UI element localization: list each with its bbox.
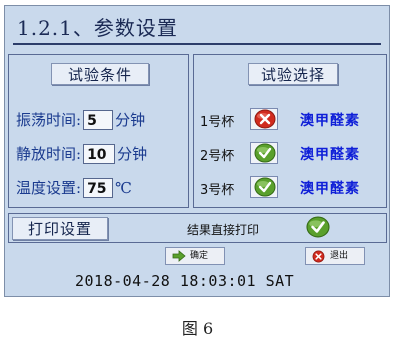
status-datetime: 2018-04-28 18:03:01 SAT (75, 272, 295, 290)
param-label: 静放时间: (16, 145, 82, 163)
rest-time-field[interactable]: 10 (83, 144, 116, 164)
lcd-screen: 1.2.1、参数设置 试验条件 振荡时间: 5 分钟 静放时间: 10 分钟 温度设置:… (4, 5, 390, 297)
cross-icon (254, 109, 276, 129)
check-icon (254, 177, 276, 197)
print-settings-row: 打印设置 结果直接打印 (8, 213, 387, 243)
print-option-label: 结果直接打印 (187, 223, 260, 237)
test-selection-panel: 试验选择 1号杯 澳甲醛素 2号杯 澳甲醛素 3号杯 澳甲醛素 (193, 54, 387, 208)
cup-test-name: 澳甲醛素 (300, 113, 360, 129)
confirm-button[interactable]: 确定 (165, 247, 225, 265)
cup-row-3: 3号杯 澳甲醛素 (200, 175, 382, 201)
test-conditions-header: 试验条件 (51, 63, 149, 85)
cup-label: 1号杯 (200, 115, 235, 130)
test-selection-header: 试验选择 (248, 63, 338, 85)
param-unit: ℃ (115, 179, 132, 197)
cup-test-name: 澳甲醛素 (300, 181, 360, 197)
cup-label: 2号杯 (200, 149, 235, 164)
param-unit: 分钟 (115, 111, 146, 129)
test-conditions-panel: 试验条件 振荡时间: 5 分钟 静放时间: 10 分钟 温度设置: 75 ℃ (8, 54, 189, 208)
check-icon (306, 216, 330, 238)
page-title: 1.2.1、参数设置 (17, 16, 178, 40)
cup-test-name: 澳甲醛素 (300, 147, 360, 163)
temperature-field[interactable]: 75 (83, 178, 114, 198)
param-oscillation-time: 振荡时间: 5 分钟 (16, 107, 145, 131)
param-temperature: 温度设置: 75 ℃ (16, 175, 132, 199)
param-label: 温度设置: (16, 179, 82, 197)
oscillation-time-field[interactable]: 5 (83, 110, 114, 130)
exit-label: 退出 (330, 251, 349, 261)
cup-3-toggle[interactable] (250, 176, 278, 198)
param-rest-time: 静放时间: 10 分钟 (16, 141, 147, 165)
check-icon (254, 143, 276, 163)
cup-row-1: 1号杯 澳甲醛素 (200, 107, 382, 133)
print-settings-header: 打印设置 (12, 217, 108, 240)
arrow-right-icon (172, 250, 186, 262)
cup-2-toggle[interactable] (250, 142, 278, 164)
param-label: 振荡时间: (16, 111, 82, 129)
confirm-label: 确定 (190, 251, 209, 261)
figure-caption: 图 6 (181, 319, 214, 338)
param-unit: 分钟 (117, 145, 148, 163)
exit-button[interactable]: 退出 (305, 247, 365, 265)
cup-label: 3号杯 (200, 183, 235, 198)
title-underline (13, 43, 381, 45)
cup-row-2: 2号杯 澳甲醛素 (200, 141, 382, 167)
close-icon (312, 250, 325, 263)
print-direct-toggle[interactable] (305, 216, 331, 242)
cup-1-toggle[interactable] (250, 108, 278, 130)
